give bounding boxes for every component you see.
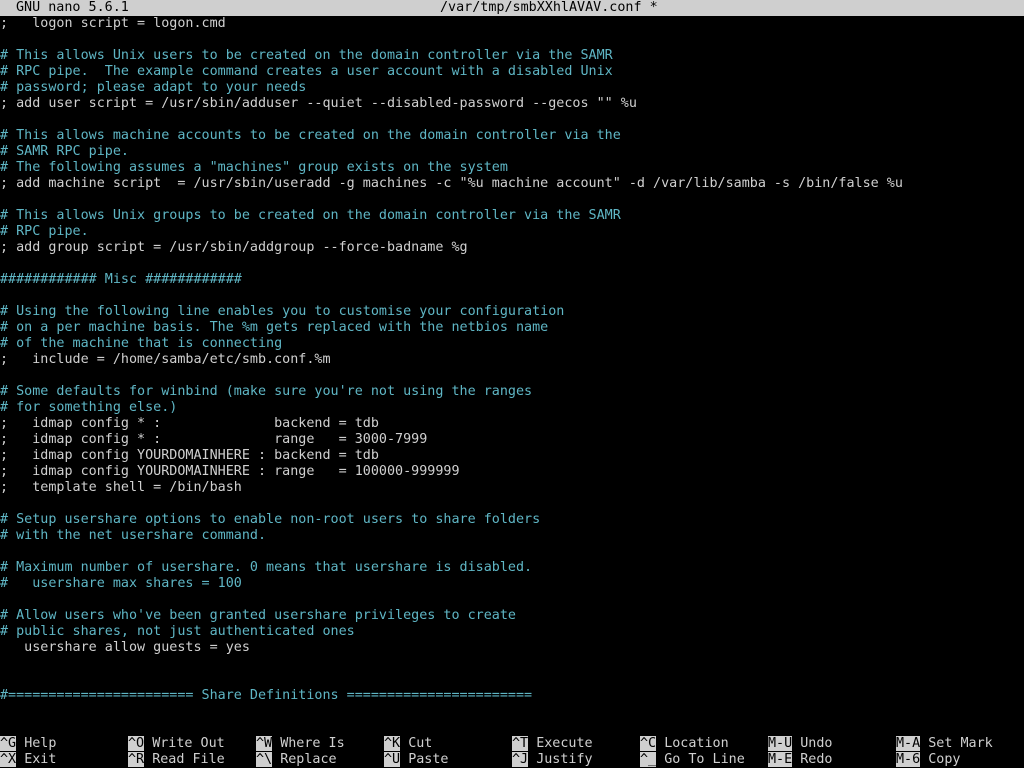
shortcut-key: ^J — [512, 752, 529, 767]
shortcut-key: ^X — [0, 752, 17, 767]
editor-line[interactable] — [0, 656, 1024, 672]
editor-line[interactable] — [0, 592, 1024, 608]
shortcut-write-out[interactable]: ^O Write Out — [128, 736, 225, 752]
editor-line[interactable] — [0, 192, 1024, 208]
shortcut-key: ^U — [384, 752, 401, 767]
shortcut-key: M-U — [768, 736, 793, 751]
editor-line[interactable]: # This allows Unix users to be created o… — [0, 48, 1024, 64]
shortcut-justify[interactable]: ^J Justify — [512, 752, 593, 768]
shortcut-label: Location — [664, 736, 729, 751]
shortcut-set-mark[interactable]: M-A Set Mark — [896, 736, 993, 752]
editor-line[interactable]: # public shares, not just authenticated … — [0, 624, 1024, 640]
editor-line[interactable]: ; add group script = /usr/sbin/addgroup … — [0, 240, 1024, 256]
editor-line[interactable]: ; idmap config YOURDOMAINHERE : backend … — [0, 448, 1024, 464]
shortcut-key: ^W — [256, 736, 273, 751]
shortcut-label: Paste — [408, 752, 449, 767]
editor-line[interactable] — [0, 496, 1024, 512]
shortcut-read-file[interactable]: ^R Read File — [128, 752, 225, 768]
shortcut-label: Exit — [24, 752, 57, 767]
editor-area[interactable]: ; logon script = logon.cmd # This allows… — [0, 16, 1024, 716]
shortcut-key: M-6 — [896, 752, 921, 767]
editor-line[interactable]: ; add machine script = /usr/sbin/useradd… — [0, 176, 1024, 192]
shortcut-execute[interactable]: ^T Execute — [512, 736, 593, 752]
editor-line[interactable]: ; logon script = logon.cmd — [0, 16, 1024, 32]
shortcut-redo[interactable]: M-E Redo — [768, 752, 833, 768]
title-bar: GNU nano 5.6.1 /var/tmp/smbXXhlAVAV.conf… — [0, 0, 1024, 16]
editor-line[interactable]: # usershare max shares = 100 — [0, 576, 1024, 592]
file-name: /var/tmp/smbXXhlAVAV.conf * — [440, 0, 658, 15]
editor-line[interactable]: # with the net usershare command. — [0, 528, 1024, 544]
shortcut-key: ^_ — [640, 752, 657, 767]
editor-line[interactable]: # Using the following line enables you t… — [0, 304, 1024, 320]
editor-line[interactable]: ; add user script = /usr/sbin/adduser --… — [0, 96, 1024, 112]
shortcut-help[interactable]: ^G Help — [0, 736, 56, 752]
editor-line[interactable]: # The following assumes a "machines" gro… — [0, 160, 1024, 176]
editor-line[interactable]: ; idmap config YOURDOMAINHERE : range = … — [0, 464, 1024, 480]
app-version: GNU nano 5.6.1 — [16, 0, 129, 15]
editor-line[interactable] — [0, 288, 1024, 304]
shortcut-label: Write Out — [152, 736, 225, 751]
shortcut-key: ^C — [640, 736, 657, 751]
editor-line[interactable]: ; include = /home/samba/etc/smb.conf.%m — [0, 352, 1024, 368]
shortcut-go-to-line[interactable]: ^_ Go To Line — [640, 752, 745, 768]
editor-line[interactable]: # password; please adapt to your needs — [0, 80, 1024, 96]
editor-line[interactable]: # on a per machine basis. The %m gets re… — [0, 320, 1024, 336]
editor-line[interactable]: # RPC pipe. — [0, 224, 1024, 240]
editor-line[interactable]: # Setup usershare options to enable non-… — [0, 512, 1024, 528]
editor-line[interactable] — [0, 368, 1024, 384]
shortcut-label: Help — [24, 736, 57, 751]
editor-line[interactable]: ; idmap config * : backend = tdb — [0, 416, 1024, 432]
editor-line[interactable]: # This allows machine accounts to be cre… — [0, 128, 1024, 144]
shortcut-key: ^K — [384, 736, 401, 751]
editor-line[interactable]: # of the machine that is connecting — [0, 336, 1024, 352]
shortcut-where-is[interactable]: ^W Where Is — [256, 736, 345, 752]
editor-line[interactable]: # RPC pipe. The example command creates … — [0, 64, 1024, 80]
editor-line[interactable]: ############ Misc ############ — [0, 272, 1024, 288]
shortcut-key: ^G — [0, 736, 17, 751]
editor-line[interactable]: # Allow users who've been granted usersh… — [0, 608, 1024, 624]
shortcut-label: Redo — [800, 752, 833, 767]
shortcut-location[interactable]: ^C Location — [640, 736, 729, 752]
editor-line[interactable]: # Maximum number of usershare. 0 means t… — [0, 560, 1024, 576]
shortcut-label: Replace — [280, 752, 337, 767]
shortcut-key: ^R — [128, 752, 145, 767]
editor-line[interactable]: # for something else.) — [0, 400, 1024, 416]
shortcut-key: ^\ — [256, 752, 273, 767]
shortcut-label: Justify — [536, 752, 593, 767]
shortcut-label: Cut — [408, 736, 433, 751]
shortcut-label: Set Mark — [928, 736, 993, 751]
shortcut-key: ^O — [128, 736, 145, 751]
shortcut-key: ^T — [512, 736, 529, 751]
editor-line[interactable] — [0, 32, 1024, 48]
shortcut-label: Undo — [800, 736, 833, 751]
editor-line[interactable]: # SAMR RPC pipe. — [0, 144, 1024, 160]
shortcut-help-bar: ^G Help ^X Exit ^O Write Out ^R Read Fil… — [0, 736, 1024, 768]
editor-line[interactable] — [0, 256, 1024, 272]
shortcut-copy[interactable]: M-6 Copy — [896, 752, 961, 768]
editor-line[interactable]: ; template shell = /bin/bash — [0, 480, 1024, 496]
shortcut-cut[interactable]: ^K Cut — [384, 736, 432, 752]
shortcut-paste[interactable]: ^U Paste — [384, 752, 449, 768]
editor-line[interactable]: #======================= Share Definitio… — [0, 688, 1024, 704]
editor-line[interactable] — [0, 672, 1024, 688]
editor-line[interactable] — [0, 112, 1024, 128]
shortcut-label: Copy — [928, 752, 961, 767]
shortcut-label: Where Is — [280, 736, 345, 751]
shortcut-replace[interactable]: ^\ Replace — [256, 752, 337, 768]
shortcut-key: M-A — [896, 736, 921, 751]
editor-line[interactable]: usershare allow guests = yes — [0, 640, 1024, 656]
shortcut-key: M-E — [768, 752, 793, 767]
shortcut-label: Execute — [536, 736, 593, 751]
shortcut-label: Read File — [152, 752, 225, 767]
editor-line[interactable]: # This allows Unix groups to be created … — [0, 208, 1024, 224]
shortcut-label: Go To Line — [664, 752, 745, 767]
editor-line[interactable]: ; idmap config * : range = 3000-7999 — [0, 432, 1024, 448]
editor-line[interactable]: # Some defaults for winbind (make sure y… — [0, 384, 1024, 400]
shortcut-undo[interactable]: M-U Undo — [768, 736, 833, 752]
shortcut-exit[interactable]: ^X Exit — [0, 752, 56, 768]
editor-line[interactable] — [0, 544, 1024, 560]
